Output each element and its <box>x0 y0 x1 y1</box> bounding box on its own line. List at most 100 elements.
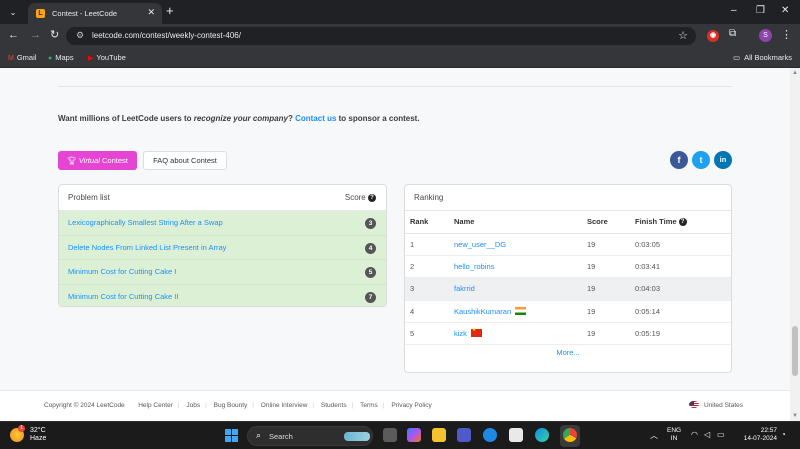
tab-search-icon[interactable]: ⌄ <box>6 6 20 19</box>
tab-close-icon[interactable]: ✕ <box>147 7 155 18</box>
user-link[interactable]: hello_robins <box>454 262 494 271</box>
twitter-icon[interactable]: t <box>692 151 710 169</box>
search-icon: ⌕ <box>256 430 262 440</box>
chrome-icon <box>563 428 577 442</box>
footer-link-privacy-policy[interactable]: Privacy Policy <box>391 402 431 409</box>
footer-link-online-interview[interactable]: Online Interview <box>261 402 308 409</box>
bookmarks-bar: M Gmail ● Maps ▶ YouTube ▭ All Bookmarks <box>0 48 800 68</box>
score-cell: 19 <box>587 277 635 301</box>
table-row: 4 KaushikKumaran 19 0:05:14 <box>405 300 731 324</box>
windows-start-icon[interactable] <box>225 429 238 442</box>
rank-cell: 2 <box>405 255 454 279</box>
file-explorer-icon[interactable] <box>432 428 446 442</box>
user-link[interactable]: kizk <box>454 329 467 338</box>
search-highlight-image <box>344 432 370 441</box>
search-label: Search <box>269 432 293 441</box>
ranking-table: Rank Name Score Finish Time ? 1 new_user… <box>405 211 731 346</box>
name-cell: hello_robins <box>454 255 587 279</box>
todo-icon[interactable] <box>483 428 497 442</box>
scroll-up-icon[interactable]: ▲ <box>792 70 798 76</box>
footer-link-terms[interactable]: Terms <box>360 402 378 409</box>
task-view-icon[interactable] <box>383 428 397 442</box>
contact-us-link[interactable]: Contact us <box>295 114 336 123</box>
ranking-title: Ranking <box>414 193 444 202</box>
problem-link[interactable]: Minimum Cost for Cutting Cake I <box>68 267 176 276</box>
minimize-icon[interactable]: – <box>731 5 737 16</box>
browser-menu-icon[interactable]: ⋮ <box>781 28 792 41</box>
facebook-icon[interactable]: f <box>670 151 688 169</box>
bookmark-youtube[interactable]: ▶ YouTube <box>88 53 126 62</box>
help-icon[interactable]: ? <box>368 194 376 202</box>
help-icon[interactable]: ? <box>678 218 687 227</box>
reload-icon[interactable]: ↻ <box>50 29 59 42</box>
problem-score-badge: 4 <box>365 242 376 254</box>
user-link[interactable]: new_user__DG <box>454 240 506 249</box>
divider: | <box>382 402 385 409</box>
language-indicator[interactable]: ENG IN <box>667 427 681 443</box>
faq-contest-button[interactable]: FAQ about Contest <box>143 151 227 170</box>
footer-link-help-center[interactable]: Help Center <box>138 402 173 409</box>
scroll-thumb[interactable] <box>792 326 798 376</box>
problem-link[interactable]: Lexicographically Smallest String After … <box>68 218 223 227</box>
user-link[interactable]: KaushikKumaran <box>454 307 511 316</box>
footer-link-bug-bounty[interactable]: Bug Bounty <box>214 402 248 409</box>
all-bookmarks-label: All Bookmarks <box>744 53 792 62</box>
tray-overflow-icon[interactable]: ︿ <box>650 430 658 441</box>
url-text[interactable]: leetcode.com/contest/weekly-contest-406/ <box>92 31 241 40</box>
table-row: 3 fakrrid 19 0:04:03 <box>405 277 731 301</box>
restore-icon[interactable]: ❐ <box>756 5 765 16</box>
profile-avatar[interactable]: S <box>759 29 772 42</box>
page-scrollbar[interactable]: ▲ ▼ <box>790 68 800 421</box>
tab-title: Contest - LeetCode <box>52 9 118 18</box>
edge-icon[interactable] <box>535 428 549 442</box>
extension-icon[interactable]: ◉ <box>707 30 719 42</box>
extensions-puzzle-icon[interactable]: ⧉ <box>729 28 736 39</box>
bookmark-maps[interactable]: ● Maps <box>48 53 74 62</box>
bookmark-gmail[interactable]: M Gmail <box>8 53 36 62</box>
copyright: Copyright © 2024 LeetCode <box>44 402 125 409</box>
store-icon[interactable] <box>509 428 523 442</box>
battery-icon[interactable]: ▭ <box>717 430 725 439</box>
problem-score-badge: 3 <box>365 218 376 229</box>
bookmark-label: YouTube <box>96 53 126 62</box>
more-ranking-link[interactable]: More... <box>405 348 731 357</box>
wifi-icon[interactable]: ◠ <box>691 430 698 439</box>
col-finish-time: Finish Time ? <box>635 211 731 234</box>
notification-bell-icon[interactable]: ◔ <box>781 430 786 439</box>
virtual-contest-button[interactable]: 🏆︎ Virtual Contest <box>58 151 137 170</box>
footer-link-jobs[interactable]: Jobs <box>186 402 200 409</box>
divider: | <box>177 402 180 409</box>
divider: | <box>312 402 315 409</box>
gmail-icon: M <box>8 55 14 62</box>
score-header: Score ? <box>345 185 376 211</box>
footer-link-students[interactable]: Students <box>321 402 347 409</box>
user-link[interactable]: fakrrid <box>454 284 475 293</box>
table-row: 2 hello_robins 19 0:03:41 <box>405 255 731 279</box>
volume-icon[interactable]: ◁ <box>704 430 710 439</box>
taskbar-search[interactable]: ⌕ Search <box>247 426 373 446</box>
all-bookmarks[interactable]: ▭ All Bookmarks <box>733 53 792 62</box>
new-tab-icon[interactable]: + <box>166 4 174 18</box>
forward-icon[interactable]: → <box>30 29 41 42</box>
browser-tab[interactable]: L Contest - LeetCode ✕ <box>28 3 162 24</box>
scroll-down-icon[interactable]: ▼ <box>792 413 798 419</box>
divider: | <box>130 402 132 409</box>
rank-cell: 3 <box>405 277 454 301</box>
maps-icon: ● <box>48 55 53 62</box>
bookmark-star-icon[interactable]: ☆ <box>678 29 688 42</box>
address-bar[interactable]: ⚙ leetcode.com/contest/weekly-contest-40… <box>66 27 696 45</box>
rank-cell: 4 <box>405 300 454 324</box>
problem-link[interactable]: Delete Nodes From Linked List Present in… <box>68 243 226 252</box>
copilot-icon[interactable] <box>407 428 421 442</box>
sponsor-prefix: Want millions of LeetCode users to <box>58 114 194 123</box>
weather-widget[interactable]: 32°C Haze <box>30 427 46 443</box>
region-selector[interactable]: United States <box>689 401 743 409</box>
back-icon[interactable]: ← <box>8 29 19 42</box>
window-close-icon[interactable]: ✕ <box>781 5 789 16</box>
sponsor-text: Want millions of LeetCode users to recog… <box>58 114 420 123</box>
linkedin-icon[interactable]: in <box>714 151 732 169</box>
problem-link[interactable]: Minimum Cost for Cutting Cake II <box>68 292 178 301</box>
teams-icon[interactable] <box>457 428 471 442</box>
site-info-icon[interactable]: ⚙ <box>76 30 84 41</box>
clock[interactable]: 22:57 14-07-2024 <box>737 427 777 443</box>
